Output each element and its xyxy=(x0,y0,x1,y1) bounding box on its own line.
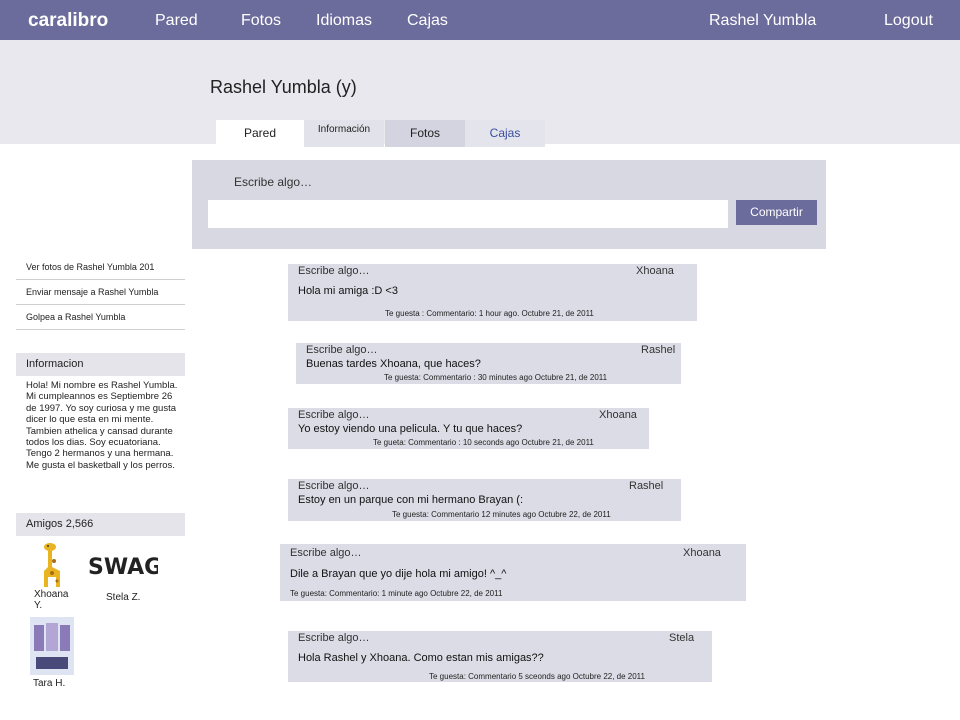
wall-post: Escribe algo… Stela Hola Rashel y Xhoana… xyxy=(288,631,712,682)
post-text: Buenas tardes Xhoana, que haces? xyxy=(306,358,481,370)
profile-actions: Ver fotos de Rashel Yumbla 201 Enviar me… xyxy=(16,255,185,330)
post-label: Escribe algo… xyxy=(298,632,370,644)
wall-post: Escribe algo… Xhoana Dile a Brayan que y… xyxy=(280,544,746,601)
nav-cajas[interactable]: Cajas xyxy=(407,12,448,30)
wall-post: Escribe algo… Xhoana Hola mi amiga :D <3… xyxy=(288,264,697,321)
swag-logo-icon[interactable]: SWAG xyxy=(86,549,162,580)
share-button[interactable]: Compartir xyxy=(736,200,817,225)
friend-name[interactable]: Tara H. xyxy=(33,678,65,689)
post-author[interactable]: Xhoana xyxy=(599,409,637,421)
post-meta[interactable]: Te gueta: Commentario : 10 seconds ago O… xyxy=(373,438,594,447)
top-navbar: caralibro Pared Fotos Idiomas Cajas Rash… xyxy=(0,0,960,40)
nav-fotos[interactable]: Fotos xyxy=(241,12,281,30)
composer-input[interactable] xyxy=(208,200,728,228)
post-author[interactable]: Rashel xyxy=(629,480,663,492)
composer-label: Escribe algo… xyxy=(234,175,313,189)
post-label: Escribe algo… xyxy=(298,480,370,492)
friend-name[interactable]: Stela Z. xyxy=(106,592,140,603)
post-meta[interactable]: Te guesta: Commentario: 1 minute ago Oct… xyxy=(290,589,502,598)
post-label: Escribe algo… xyxy=(298,409,370,421)
friend-name[interactable]: Xhoana Y. xyxy=(34,589,76,611)
post-text: Yo estoy viendo una pelicula. Y tu que h… xyxy=(298,423,523,435)
nav-user-name[interactable]: Rashel Yumbla xyxy=(709,12,816,30)
nav-pared[interactable]: Pared xyxy=(155,12,198,30)
giraffe-icon[interactable] xyxy=(34,541,68,589)
site-logo[interactable]: caralibro xyxy=(28,10,108,32)
post-meta[interactable]: Te guesta: Commentario 5 sceonds ago Oct… xyxy=(429,672,645,681)
post-text: Hola Rashel y Xhoana. Como estan mis ami… xyxy=(298,652,544,664)
wall-post: Escribe algo… Xhoana Yo estoy viendo una… xyxy=(288,408,649,449)
post-text: Estoy en un parque con mi hermano Brayan… xyxy=(298,494,524,506)
nav-idiomas[interactable]: Idiomas xyxy=(316,12,372,30)
view-photos-link[interactable]: Ver fotos de Rashel Yumbla 201 xyxy=(16,255,185,280)
post-text: Hola mi amiga :D <3 xyxy=(298,285,398,297)
wall-post: Escribe algo… Rashel Buenas tardes Xhoan… xyxy=(296,343,681,384)
post-meta[interactable]: Te guesta: Commentario 12 minutes ago Oc… xyxy=(392,510,611,519)
friends-heading[interactable]: Amigos 2,566 xyxy=(16,513,185,536)
poke-link[interactable]: Golpea a Rashel Yumbla xyxy=(16,305,185,330)
post-meta[interactable]: Te guesta : Commentario: 1 hour ago. Oct… xyxy=(385,309,594,318)
poster-icon[interactable] xyxy=(30,617,74,675)
post-composer: Escribe algo… Compartir xyxy=(192,160,826,249)
post-text: Dile a Brayan que yo dije hola mi amigo!… xyxy=(290,568,507,580)
post-meta[interactable]: Te guesta: Commentario : 30 minutes ago … xyxy=(384,373,607,382)
info-text: Hola! Mi nombre es Rashel Yumbla. Mi cum… xyxy=(26,380,178,471)
post-author[interactable]: Xhoana xyxy=(683,547,721,559)
post-label: Escribe algo… xyxy=(290,547,362,559)
tab-fotos[interactable]: Fotos xyxy=(385,120,465,147)
post-author[interactable]: Stela xyxy=(669,632,694,644)
svg-text:SWAG: SWAG xyxy=(88,555,158,579)
post-label: Escribe algo… xyxy=(306,344,378,356)
profile-title: Rashel Yumbla (y) xyxy=(210,77,357,97)
wall-post: Escribe algo… Rashel Estoy en un parque … xyxy=(288,479,681,521)
tab-informacion[interactable]: Información xyxy=(304,120,384,147)
post-author[interactable]: Xhoana xyxy=(636,265,674,277)
post-author[interactable]: Rashel xyxy=(641,344,675,356)
info-heading: Informacion xyxy=(16,353,185,376)
tab-cajas[interactable]: Cajas xyxy=(465,120,545,147)
tab-pared[interactable]: Pared xyxy=(216,120,304,147)
logout-link[interactable]: Logout xyxy=(884,12,933,30)
send-message-link[interactable]: Enviar mensaje a Rashel Yumbla xyxy=(16,280,185,305)
post-label: Escribe algo… xyxy=(298,265,370,277)
